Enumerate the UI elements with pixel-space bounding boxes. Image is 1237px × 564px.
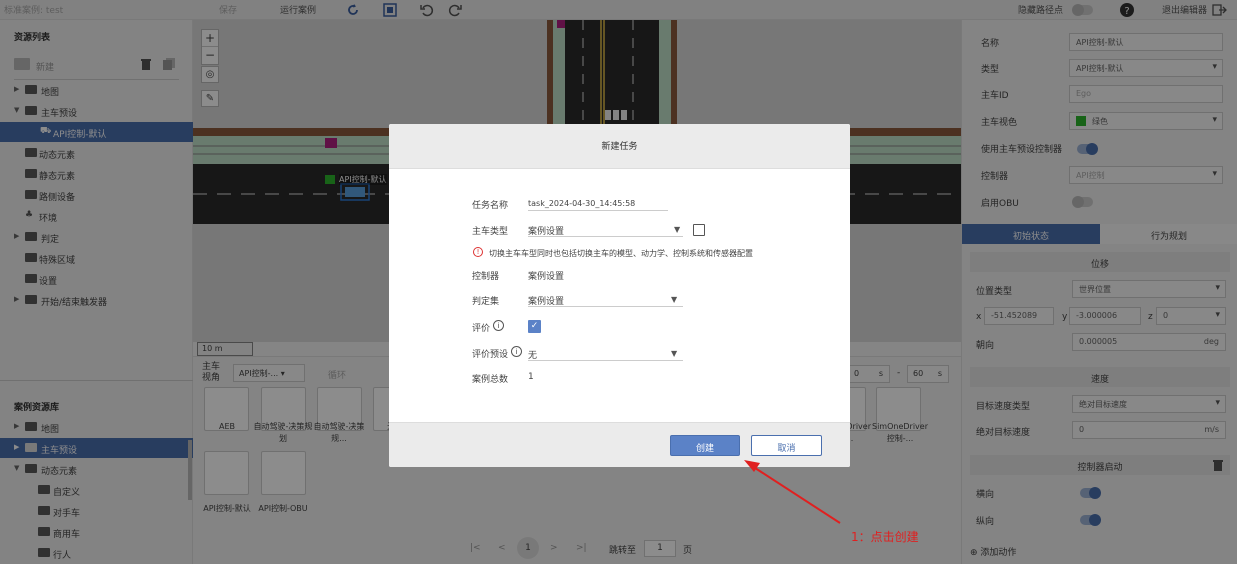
annotation-arrow xyxy=(744,460,841,524)
annotation-text: 1：点击创建 xyxy=(851,530,919,544)
